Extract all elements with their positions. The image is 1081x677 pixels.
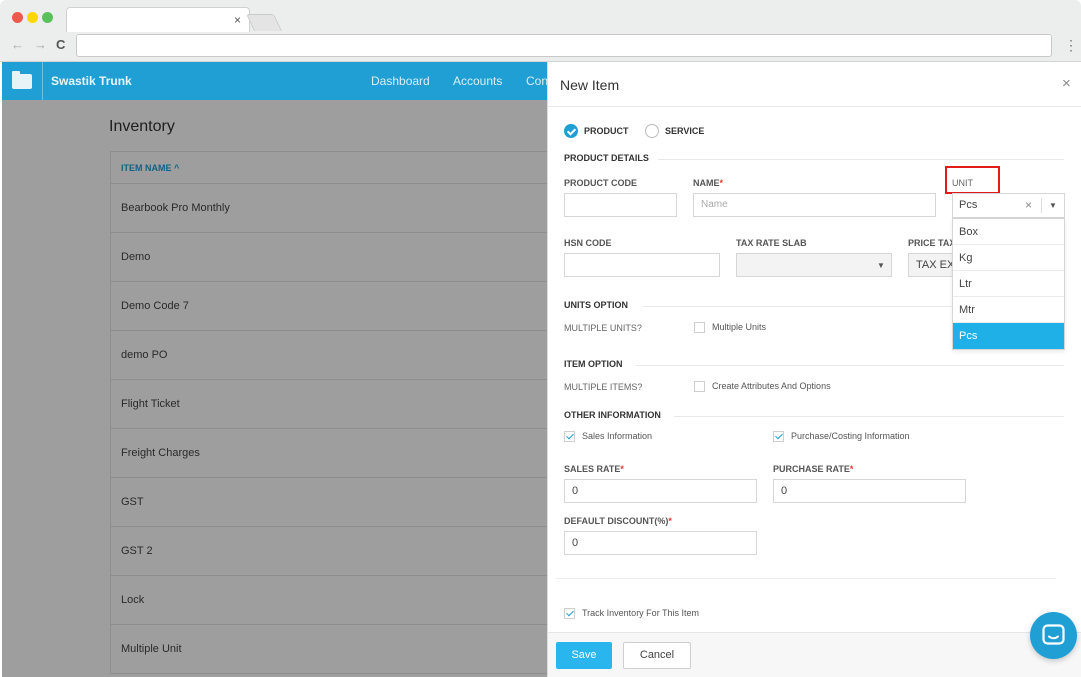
- nav-accounts[interactable]: Accounts: [453, 62, 502, 100]
- default-discount-label: DEFAULT DISCOUNT(%)*: [564, 516, 672, 526]
- name-input[interactable]: Name: [693, 193, 936, 217]
- clear-icon[interactable]: ×: [1025, 198, 1032, 212]
- multiple-items-label: MULTIPLE ITEMS?: [564, 382, 643, 392]
- sales-rate-input[interactable]: 0: [564, 479, 757, 503]
- sales-information-label: Sales Information: [582, 431, 653, 441]
- close-icon[interactable]: ×: [1062, 76, 1071, 92]
- browser-tab[interactable]: ×: [66, 7, 250, 32]
- browser-menu-icon[interactable]: ⋮: [1064, 38, 1078, 52]
- divider: [1041, 198, 1042, 213]
- caret-down-icon[interactable]: ▼: [1049, 201, 1057, 211]
- product-code-label: PRODUCT CODE: [564, 178, 638, 188]
- window-maximize-dot[interactable]: [42, 12, 53, 23]
- window-minimize-dot[interactable]: [27, 12, 38, 23]
- divider: [674, 416, 1064, 417]
- nav-contacts[interactable]: Con: [526, 62, 548, 100]
- chat-icon: [1042, 624, 1065, 645]
- cancel-button[interactable]: Cancel: [623, 642, 691, 669]
- forward-arrow-icon[interactable]: →: [34, 37, 47, 53]
- section-units-option: UNITS OPTION: [564, 300, 629, 310]
- back-arrow-icon[interactable]: ←: [11, 37, 24, 53]
- folder-icon: [12, 71, 32, 89]
- unit-option-pcs[interactable]: Pcs: [953, 323, 1064, 349]
- multiple-units-label: MULTIPLE UNITS?: [564, 323, 642, 333]
- purchase-information-checkbox[interactable]: [773, 431, 784, 442]
- multiple-units-checkbox-label: Multiple Units: [712, 322, 767, 332]
- sales-information-checkbox[interactable]: [564, 431, 575, 442]
- panel-title: New Item: [560, 77, 620, 93]
- sales-rate-label: SALES RATE*: [564, 464, 624, 474]
- unit-option-kg[interactable]: Kg: [953, 245, 1064, 271]
- divider: [556, 578, 1056, 579]
- create-attributes-checkbox[interactable]: [694, 381, 705, 392]
- price-tax-label: PRICE TAX: [908, 238, 956, 248]
- tax-rate-slab-label: TAX RATE SLAB: [736, 238, 807, 248]
- track-inventory-checkbox[interactable]: [564, 608, 575, 619]
- divider: [643, 306, 952, 307]
- unit-select[interactable]: Pcs × ▼: [952, 193, 1065, 218]
- track-inventory-label: Track Inventory For This Item: [582, 608, 700, 618]
- nav-dashboard[interactable]: Dashboard: [371, 62, 430, 100]
- address-bar[interactable]: [76, 34, 1052, 57]
- unit-dropdown-menu: Box Kg Ltr Mtr Pcs: [952, 218, 1065, 350]
- radio-product[interactable]: PRODUCT: [564, 124, 634, 139]
- radio-service[interactable]: SERVICE: [645, 124, 709, 139]
- unit-label: UNIT: [952, 178, 973, 188]
- name-label: NAME*: [693, 178, 724, 188]
- divider: [658, 159, 1064, 160]
- browser-chrome: × ← → C ⋮: [0, 0, 1081, 62]
- hsn-code-input[interactable]: [564, 253, 720, 277]
- divider: [548, 106, 1081, 107]
- caret-down-icon[interactable]: ▼: [877, 261, 885, 271]
- unit-option-ltr[interactable]: Ltr: [953, 271, 1064, 297]
- save-button[interactable]: Save: [556, 642, 612, 669]
- modal-backdrop[interactable]: [2, 100, 547, 677]
- radio-checked-icon: [564, 124, 578, 138]
- unit-selected-value: Pcs: [959, 199, 978, 211]
- window-close-dot[interactable]: [12, 12, 23, 23]
- create-attributes-checkbox-label: Create Attributes And Options: [712, 381, 831, 391]
- purchase-rate-label: PURCHASE RATE*: [773, 464, 854, 474]
- hsn-code-label: HSN CODE: [564, 238, 612, 248]
- purchase-information-label: Purchase/Costing Information: [791, 431, 910, 441]
- reload-icon[interactable]: C: [56, 37, 65, 53]
- section-product-details: PRODUCT DETAILS: [564, 153, 649, 163]
- product-code-input[interactable]: [564, 193, 677, 217]
- section-other-information: OTHER INFORMATION: [564, 410, 661, 420]
- tab-close-icon[interactable]: ×: [234, 13, 241, 27]
- default-discount-input[interactable]: 0: [564, 531, 757, 555]
- new-item-panel: New Item × PRODUCT SERVICE PRODUCT DETAI…: [547, 62, 1081, 677]
- new-tab-button[interactable]: [246, 14, 282, 31]
- chat-launcher-button[interactable]: [1030, 612, 1077, 659]
- radio-unchecked-icon: [645, 124, 659, 138]
- divider: [636, 365, 1064, 366]
- brand-name[interactable]: Swastik Trunk: [42, 62, 132, 100]
- purchase-rate-input[interactable]: 0: [773, 479, 966, 503]
- price-tax-select[interactable]: TAX EX: [908, 253, 954, 277]
- multiple-units-checkbox[interactable]: [694, 322, 705, 333]
- tax-rate-slab-select[interactable]: [736, 253, 892, 277]
- panel-footer: Save Cancel: [548, 632, 1081, 677]
- unit-option-box[interactable]: Box: [953, 219, 1064, 245]
- unit-option-mtr[interactable]: Mtr: [953, 297, 1064, 323]
- section-item-option: ITEM OPTION: [564, 359, 623, 369]
